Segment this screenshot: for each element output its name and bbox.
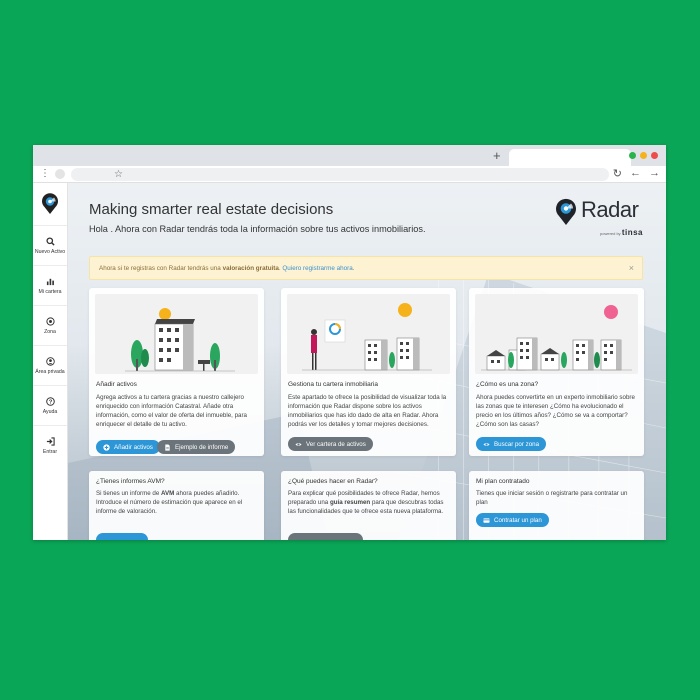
sidebar-item-label: Área privada xyxy=(35,368,65,375)
minimize-dot[interactable] xyxy=(640,152,647,159)
credit-card-icon xyxy=(483,517,490,523)
eye-icon xyxy=(295,442,302,446)
alert-text-end: . xyxy=(352,265,355,272)
page-title: Making smarter real estate decisions xyxy=(89,201,334,218)
sidebar-item-label: Zona xyxy=(44,328,56,335)
sidebar-item-zona[interactable]: Zona xyxy=(33,305,67,345)
card-title: Añadir activos xyxy=(96,381,137,388)
sidebar-item-label: Nuevo Activo xyxy=(34,248,66,255)
card-title: Gestiona tu cartera inmobiliaria xyxy=(288,381,378,388)
sidebar-item-nuevo-activo[interactable]: Nuevo Activo xyxy=(33,225,67,265)
card-body: Este apartado te ofrece la posibilidad d… xyxy=(288,394,447,428)
url-field[interactable]: ☆ xyxy=(71,168,609,181)
tab-bar: + xyxy=(33,145,666,166)
brand-name: Radar xyxy=(581,197,639,222)
user-icon xyxy=(45,356,55,366)
add-assets-button[interactable]: Añadir activos xyxy=(96,440,160,454)
card-body: Si tienes un informe de AVM ahora puedes… xyxy=(96,489,256,516)
card-illustration xyxy=(95,294,258,374)
alert-text: Ahora si te registras con Radar tendrás … xyxy=(99,265,223,272)
document-icon xyxy=(165,443,170,451)
radar-logo-icon xyxy=(556,198,576,225)
menu-icon[interactable]: ⋮ xyxy=(40,168,50,179)
card-title: ¿Tienes informes AVM? xyxy=(96,478,165,485)
browser-window: + ⋮ ☆ ↻ ← → Nuevo Activo Mi cartera Zona… xyxy=(33,145,666,540)
card-body-bold: AVM xyxy=(161,490,175,497)
bar-chart-icon xyxy=(46,278,54,285)
card-plan: Mi plan contratado Tienes que iniciar se… xyxy=(469,471,644,540)
login-icon xyxy=(46,436,55,446)
sidebar-item-area-privada[interactable]: Área privada xyxy=(33,345,67,385)
card-title: Mi plan contratado xyxy=(476,478,530,485)
button-label: Añadir activos xyxy=(114,443,153,451)
reload-icon[interactable]: ↻ xyxy=(613,167,622,180)
browser-tab[interactable] xyxy=(509,149,631,166)
close-dot[interactable] xyxy=(651,152,658,159)
help-icon: ? xyxy=(45,396,55,406)
contract-plan-button[interactable]: Contratar un plan xyxy=(476,513,549,527)
target-icon xyxy=(45,316,55,326)
sidebar: Nuevo Activo Mi cartera Zona Área privad… xyxy=(33,183,68,540)
card-illustration xyxy=(475,294,638,374)
card-body: Agrega activos a tu cartera gracias a nu… xyxy=(96,394,247,428)
radar-logo-icon[interactable] xyxy=(33,183,67,225)
buildings-illustration-icon xyxy=(125,308,235,372)
card-add-assets: Añadir activos Agrega activos a tu carte… xyxy=(89,288,264,456)
report-example-button[interactable]: Ejemplo de informe xyxy=(157,440,236,454)
register-link[interactable]: Quiero registrarme ahora xyxy=(282,265,352,272)
address-bar: ⋮ ☆ ↻ ← → xyxy=(33,166,666,183)
company-name: tinsa xyxy=(621,228,643,237)
card-title: ¿Qué puedes hacer en Radar? xyxy=(288,478,378,485)
card-avm-reports: ¿Tienes informes AVM? Si tienes un infor… xyxy=(89,471,264,540)
profile-icon[interactable] xyxy=(55,169,65,179)
maximize-dot[interactable] xyxy=(629,152,636,159)
card-portfolio: Gestiona tu cartera inmobiliaria Este ap… xyxy=(281,288,456,456)
card-body-bold: guía resumen xyxy=(329,499,371,506)
sidebar-item-label: Mi cartera xyxy=(38,288,62,295)
neighbourhood-illustration-icon xyxy=(481,305,632,371)
svg-text:?: ? xyxy=(48,399,52,405)
card-zone: ¿Cómo es una zona? Ahora puedes converti… xyxy=(469,288,644,456)
eye-icon xyxy=(483,442,490,446)
card-body-text: Si tienes un informe de xyxy=(96,490,162,497)
page: Nuevo Activo Mi cartera Zona Área privad… xyxy=(33,183,666,540)
alert-bold: valoración gratuita xyxy=(222,265,279,272)
add-avm-button[interactable] xyxy=(96,533,148,540)
portfolio-illustration-icon xyxy=(302,303,432,371)
card-body: Tienes que iniciar sesión o registrarte … xyxy=(476,490,628,506)
button-label: Ver cartera de activos xyxy=(306,440,366,448)
page-subtitle: Hola . Ahora con Radar tendrás toda la i… xyxy=(89,224,426,234)
sidebar-item-label: Ayuda xyxy=(42,408,58,415)
view-guide-button[interactable] xyxy=(288,533,363,540)
plus-circle-icon xyxy=(103,443,110,451)
sidebar-item-entrar[interactable]: Entrar xyxy=(33,425,67,465)
card-body: Para explicar qué posibilidades te ofrec… xyxy=(288,489,450,516)
sidebar-item-ayuda[interactable]: ? Ayuda xyxy=(33,385,67,425)
card-body: Ahora puedes convertirte en un experto i… xyxy=(476,394,635,428)
registration-alert: Ahora si te registras con Radar tendrás … xyxy=(89,256,643,280)
close-icon[interactable]: × xyxy=(629,263,634,273)
forward-icon[interactable]: → xyxy=(649,167,660,180)
nav-controls: ↻ ← → xyxy=(613,167,660,180)
sidebar-item-label: Entrar xyxy=(42,448,58,455)
powered-by-text: powered by xyxy=(600,231,621,236)
brand-powered-by: powered by tinsa xyxy=(600,228,643,237)
search-zone-button[interactable]: Buscar por zona xyxy=(476,437,547,451)
bookmark-star-icon[interactable]: ☆ xyxy=(114,168,123,181)
back-icon[interactable]: ← xyxy=(630,167,641,180)
card-radar-guide: ¿Qué puedes hacer en Radar? Para explica… xyxy=(281,471,456,540)
button-label: Contratar un plan xyxy=(494,516,542,524)
button-label: Ejemplo de informe xyxy=(175,443,229,451)
brand-logo: Radar xyxy=(555,197,639,226)
new-tab-button[interactable]: + xyxy=(493,148,501,163)
main-content: Making smarter real estate decisions Hol… xyxy=(68,183,666,540)
card-illustration xyxy=(287,294,450,374)
card-title: ¿Cómo es una zona? xyxy=(476,381,539,388)
sidebar-item-mi-cartera[interactable]: Mi cartera xyxy=(33,265,67,305)
view-portfolio-button[interactable]: Ver cartera de activos xyxy=(288,437,373,451)
search-icon xyxy=(45,236,55,246)
button-label: Buscar por zona xyxy=(494,440,540,448)
window-controls xyxy=(629,152,658,159)
